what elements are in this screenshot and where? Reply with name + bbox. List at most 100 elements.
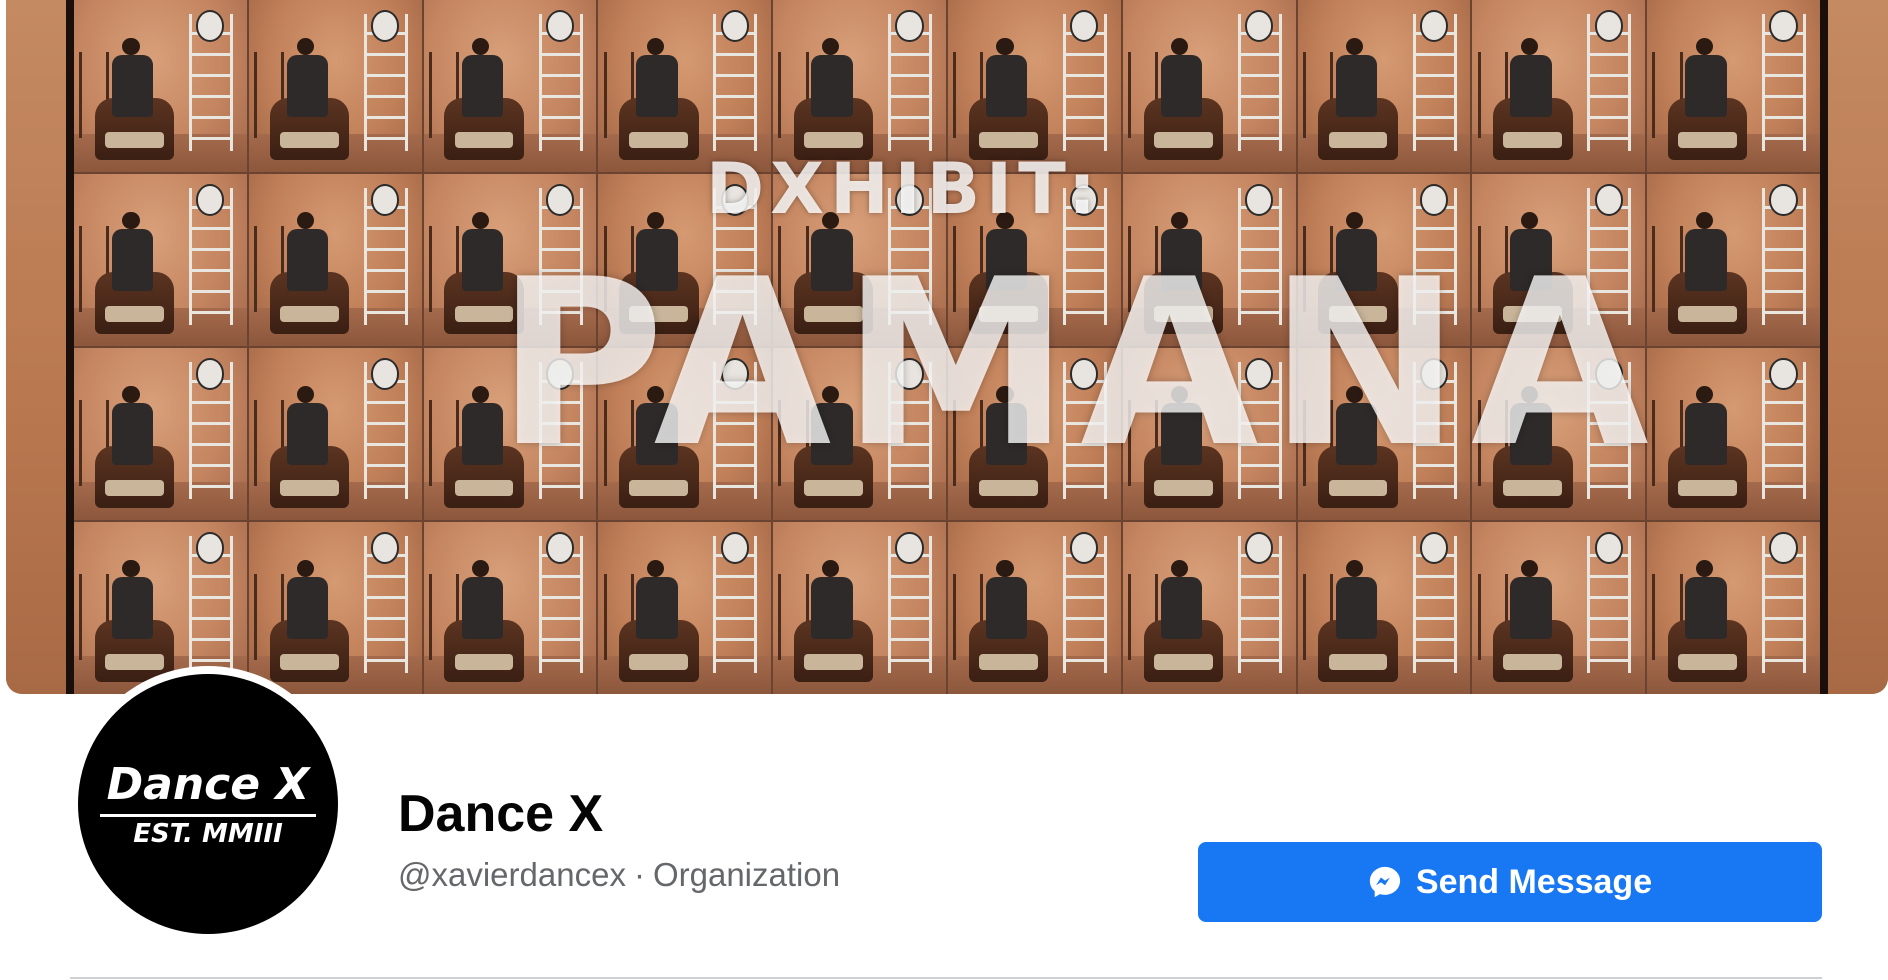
cover-photo-tile xyxy=(1472,0,1646,172)
cover-photo-tile xyxy=(248,522,422,694)
tile-person-body xyxy=(286,55,329,117)
cover-photo-tile xyxy=(948,522,1121,694)
tile-seat xyxy=(1503,654,1563,670)
tile-seat xyxy=(629,654,689,670)
tile-seat xyxy=(1678,306,1738,322)
tile-seat xyxy=(105,654,164,670)
tile-person-body xyxy=(1335,55,1378,117)
tile-seat xyxy=(105,480,164,496)
tile-clock xyxy=(1070,10,1099,42)
cover-photo-tile xyxy=(1647,174,1820,346)
cover-photo-tile xyxy=(1297,522,1471,694)
tile-seat xyxy=(804,132,864,148)
tile-person-head xyxy=(996,559,1014,578)
tile-person-head xyxy=(996,37,1014,56)
cover-title: PAMANA xyxy=(496,231,1659,498)
tile-person-body xyxy=(112,229,154,291)
tile-person-head xyxy=(1520,559,1539,578)
tile-person-body xyxy=(811,55,853,117)
meta-separator: · xyxy=(633,856,645,893)
tile-person-head xyxy=(1345,559,1364,578)
tile-person-head xyxy=(471,37,490,56)
cover-photo-tile xyxy=(1647,348,1820,520)
cover-photo-tile xyxy=(74,174,247,346)
tile-seat xyxy=(105,132,164,148)
tile-person-head xyxy=(471,559,490,578)
tile-clock xyxy=(1769,358,1798,390)
cover-photo-tile xyxy=(1297,0,1471,172)
tile-person-body xyxy=(1685,577,1727,639)
tile-clock xyxy=(196,184,225,216)
tile-seat xyxy=(1153,654,1213,670)
cover-photo-tile xyxy=(773,522,946,694)
tile-person-head xyxy=(122,37,140,56)
tile-clock xyxy=(370,358,400,390)
cover-photo-tile xyxy=(423,0,597,172)
tile-person-head xyxy=(1171,37,1189,56)
tile-person-body xyxy=(1510,577,1552,639)
tile-seat xyxy=(279,132,339,148)
tile-seat xyxy=(1678,132,1738,148)
tile-person-body xyxy=(1685,403,1727,465)
cover-subtitle: DXHIBIT: xyxy=(706,148,1103,230)
cover-photo-tile xyxy=(1122,522,1296,694)
tile-clock xyxy=(1594,532,1623,564)
send-message-button[interactable]: Send Message xyxy=(1198,842,1822,922)
tile-seat xyxy=(804,654,864,670)
tile-clock xyxy=(1769,532,1798,564)
tile-clock xyxy=(895,532,924,564)
cover-photo-tile xyxy=(248,348,422,520)
tile-clock xyxy=(1419,10,1448,42)
cover-right-margin xyxy=(1828,0,1888,694)
tile-clock xyxy=(196,358,225,390)
cover-photo-tile xyxy=(423,522,597,694)
cover-frame-right xyxy=(1820,0,1828,694)
tile-person-body xyxy=(636,55,678,117)
cover-photo-tile xyxy=(773,0,946,172)
tile-person-head xyxy=(1345,37,1364,56)
tile-seat xyxy=(105,306,164,322)
cover-photo-tile xyxy=(1647,0,1820,172)
cover-photo-tile xyxy=(948,0,1121,172)
tile-clock xyxy=(545,532,574,564)
cover-photo[interactable]: DXHIBIT: PAMANA xyxy=(6,0,1888,694)
tile-person-head xyxy=(471,211,490,230)
tile-seat xyxy=(629,132,689,148)
tile-person-body xyxy=(286,229,329,291)
tile-person-head xyxy=(1345,211,1364,230)
tile-person-head xyxy=(646,559,665,578)
tile-person-head xyxy=(471,385,490,404)
tile-person-head xyxy=(1695,559,1713,578)
tile-clock xyxy=(1419,184,1448,216)
tile-seat xyxy=(1678,480,1738,496)
tile-person-head xyxy=(1520,211,1539,230)
tile-clock xyxy=(196,10,225,42)
tile-clock xyxy=(1419,532,1448,564)
cover-photo-tile xyxy=(248,174,422,346)
profile-avatar[interactable]: Dance X EST. MMIII xyxy=(70,666,346,942)
avatar-logo: Dance X EST. MMIII xyxy=(78,674,338,934)
tile-person-body xyxy=(112,403,154,465)
tile-person-head xyxy=(646,37,665,56)
tile-person-body xyxy=(636,577,678,639)
tile-seat xyxy=(1678,654,1738,670)
tile-person-body xyxy=(112,55,154,117)
avatar-logo-rule xyxy=(100,814,316,817)
avatar-logo-est: EST. MMIII xyxy=(133,819,283,849)
tile-person-head xyxy=(1171,559,1189,578)
tile-seat xyxy=(1328,132,1388,148)
tile-person-head xyxy=(297,385,315,404)
tile-person-head xyxy=(122,385,140,404)
send-message-label: Send Message xyxy=(1415,862,1653,901)
tile-person-body xyxy=(112,577,154,639)
page-header: DXHIBIT: PAMANA Dance X EST. MMIII Dance… xyxy=(0,0,1888,980)
tile-person-head xyxy=(122,211,140,230)
tile-clock xyxy=(895,10,924,42)
tile-seat xyxy=(979,132,1038,148)
tile-seat xyxy=(1328,654,1388,670)
cover-photo-tile xyxy=(74,348,247,520)
page-subtitle: @xavierdancex · Organization xyxy=(398,856,840,894)
tile-clock xyxy=(720,532,749,564)
cover-photo-tile xyxy=(74,0,247,172)
tile-seat xyxy=(1503,132,1563,148)
